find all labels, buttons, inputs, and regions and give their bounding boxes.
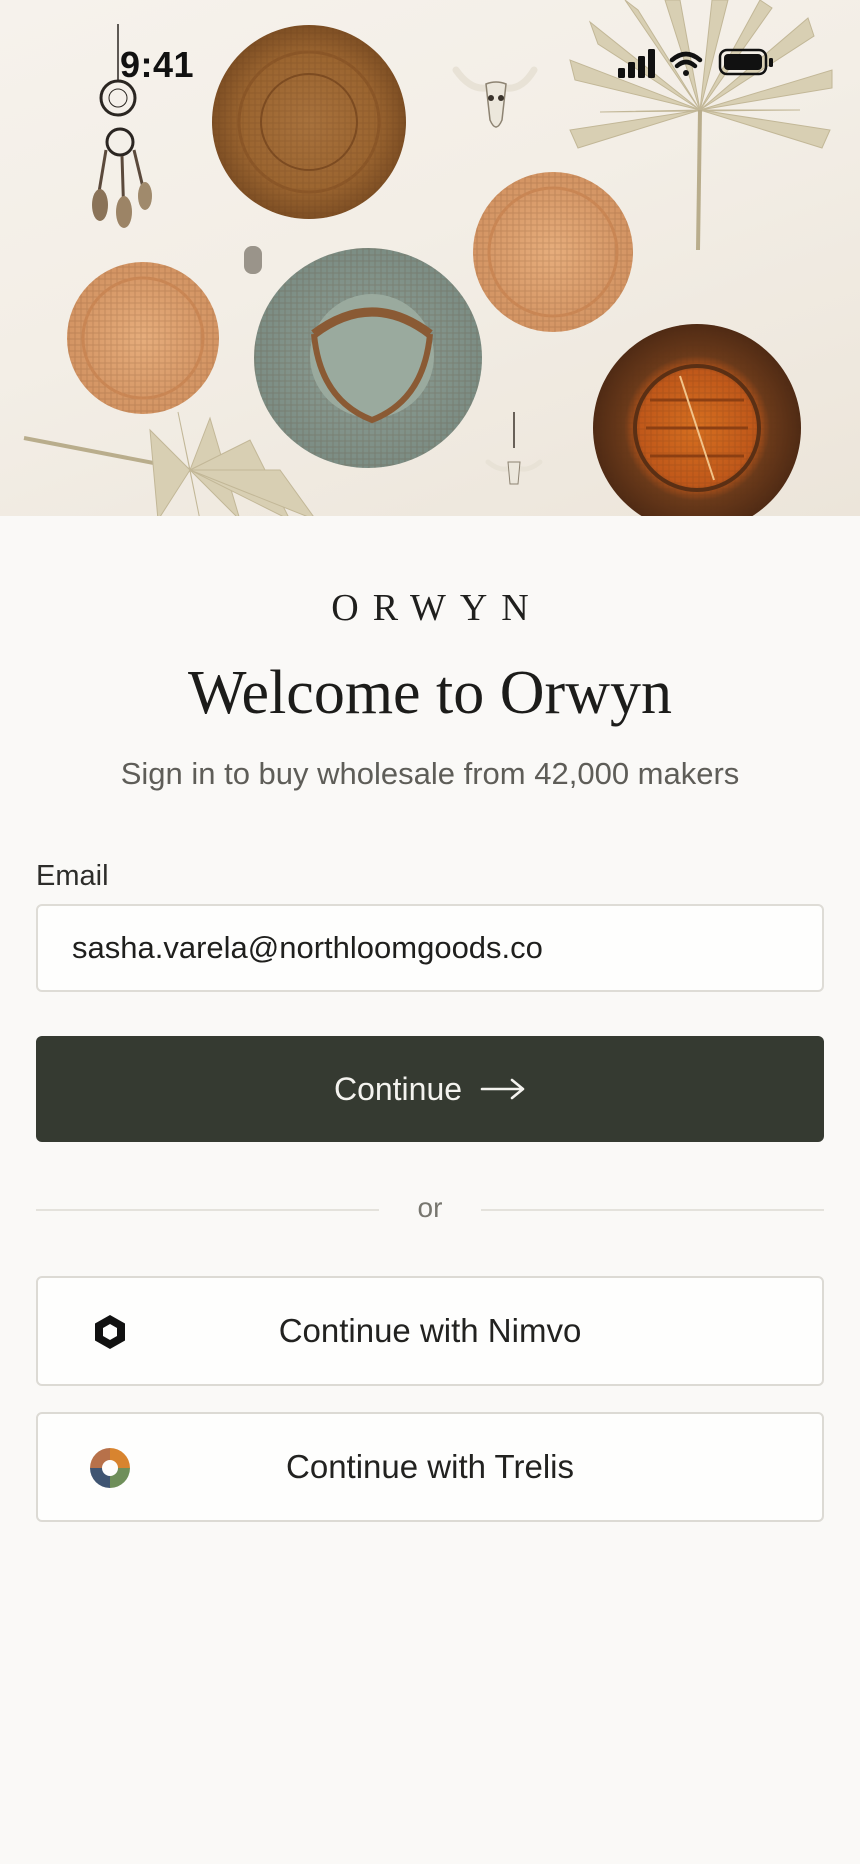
or-divider: or: [36, 1192, 824, 1226]
wifi-icon: [669, 51, 703, 76]
page-title: Welcome to Orwyn: [188, 659, 672, 727]
dark-basket: [593, 324, 801, 516]
battery-icon: [718, 48, 773, 76]
email-field[interactable]: [36, 904, 824, 992]
hat: [254, 248, 482, 468]
trelis-button-label: Continue with Trelis: [286, 1448, 574, 1485]
divider-line-right: [481, 1209, 824, 1211]
divider-label: or: [417, 1192, 443, 1223]
email-label: Email: [36, 860, 109, 892]
arrow-right-icon: [480, 1078, 525, 1100]
continue-with-trelis-button[interactable]: Continue with Trelis: [36, 1412, 824, 1522]
continue-with-nimvo-button[interactable]: Continue with Nimvo: [36, 1276, 824, 1386]
palm-fan-bottom: [23, 411, 314, 516]
nimvo-button-label: Continue with Nimvo: [278, 1312, 582, 1349]
signal-icon: [618, 49, 655, 78]
status-bar-time: 9:41: [120, 44, 195, 85]
hero-image: 9:41: [0, 0, 860, 516]
nimvo-logo-icon: [95, 1315, 125, 1349]
brand-logo: ORWYN: [331, 587, 543, 629]
continue-button-label: Continue: [333, 1070, 463, 1107]
small-skull-ornament: [485, 412, 543, 485]
page-subtitle: Sign in to buy wholesale from 42,000 mak…: [120, 756, 740, 791]
skull-ornament: [452, 66, 538, 128]
trelis-logo-icon: [90, 1448, 130, 1488]
continue-button[interactable]: Continue: [36, 1036, 824, 1142]
